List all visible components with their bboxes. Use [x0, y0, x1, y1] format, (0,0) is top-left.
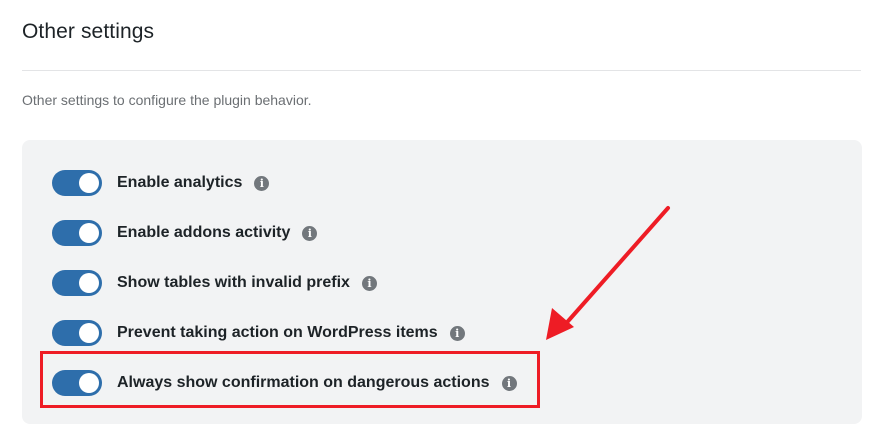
- other-settings-page: Other settings Other settings to configu…: [0, 0, 871, 435]
- annotation-arrow-icon: [546, 206, 670, 340]
